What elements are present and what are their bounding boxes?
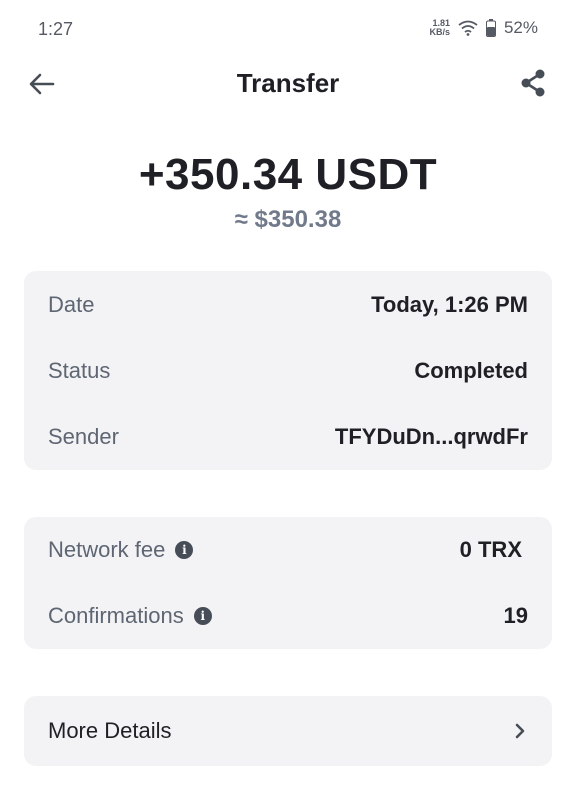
- fee-row-network-fee: Network fee i 0 TRX: [48, 535, 522, 565]
- sender-address[interactable]: TFYDuDn...qrwdFr: [335, 424, 528, 450]
- network-fee-card: Network fee i 0 TRX Confirmations i 19: [24, 517, 552, 649]
- network-speed-unit: KB/s: [429, 27, 450, 37]
- status-time: 1:27: [38, 19, 74, 39]
- chevron-right-icon: [512, 721, 528, 741]
- detail-label: Date: [48, 292, 95, 317]
- status-bar: 1:27 1.81 KB/s 52%: [0, 0, 576, 60]
- detail-row-sender[interactable]: Sender TFYDuDn...qrwdFr: [48, 422, 528, 452]
- detail-value: Completed: [414, 358, 528, 383]
- confirmations-label: Confirmations: [48, 603, 184, 628]
- fee-value: 0 TRX: [459, 537, 522, 562]
- header: Transfer: [0, 56, 576, 110]
- transfer-screen: 1:27 1.81 KB/s 52% Transfer +350.34 USDT…: [0, 0, 576, 796]
- confirmations-value: 19: [503, 603, 528, 628]
- detail-value: Today, 1:26 PM: [371, 292, 528, 317]
- share-button[interactable]: [518, 68, 548, 98]
- confirmations-label-wrap: Confirmations i: [48, 603, 212, 629]
- info-icon[interactable]: i: [193, 607, 212, 625]
- detail-row-date: Date Today, 1:26 PM: [48, 290, 528, 320]
- detail-label: Sender: [48, 424, 119, 449]
- network-speed: 1.81 KB/s: [429, 19, 450, 37]
- more-details-button[interactable]: More Details: [24, 696, 552, 766]
- share-icon: [518, 68, 548, 98]
- transfer-details-card: Date Today, 1:26 PM Status Completed Sen…: [24, 271, 552, 470]
- more-details-row[interactable]: More Details: [48, 716, 528, 746]
- transfer-amount: +350.34 USDT: [138, 150, 438, 199]
- info-icon[interactable]: i: [175, 541, 194, 559]
- battery-percentage: 52%: [503, 18, 538, 37]
- page-title: Transfer: [236, 68, 340, 98]
- battery-icon: [485, 19, 496, 37]
- more-details-label: More Details: [48, 718, 172, 743]
- fee-label: Network fee: [48, 537, 166, 562]
- detail-row-status: Status Completed: [48, 356, 528, 386]
- status-indicators: 1.81 KB/s 52%: [429, 18, 538, 38]
- detail-label: Status: [48, 358, 111, 383]
- fiat-equivalent: ≈ $350.38: [234, 206, 342, 233]
- wifi-icon: [458, 20, 478, 36]
- fee-label-wrap: Network fee i: [48, 537, 194, 563]
- fee-row-confirmations: Confirmations i 19: [48, 601, 528, 631]
